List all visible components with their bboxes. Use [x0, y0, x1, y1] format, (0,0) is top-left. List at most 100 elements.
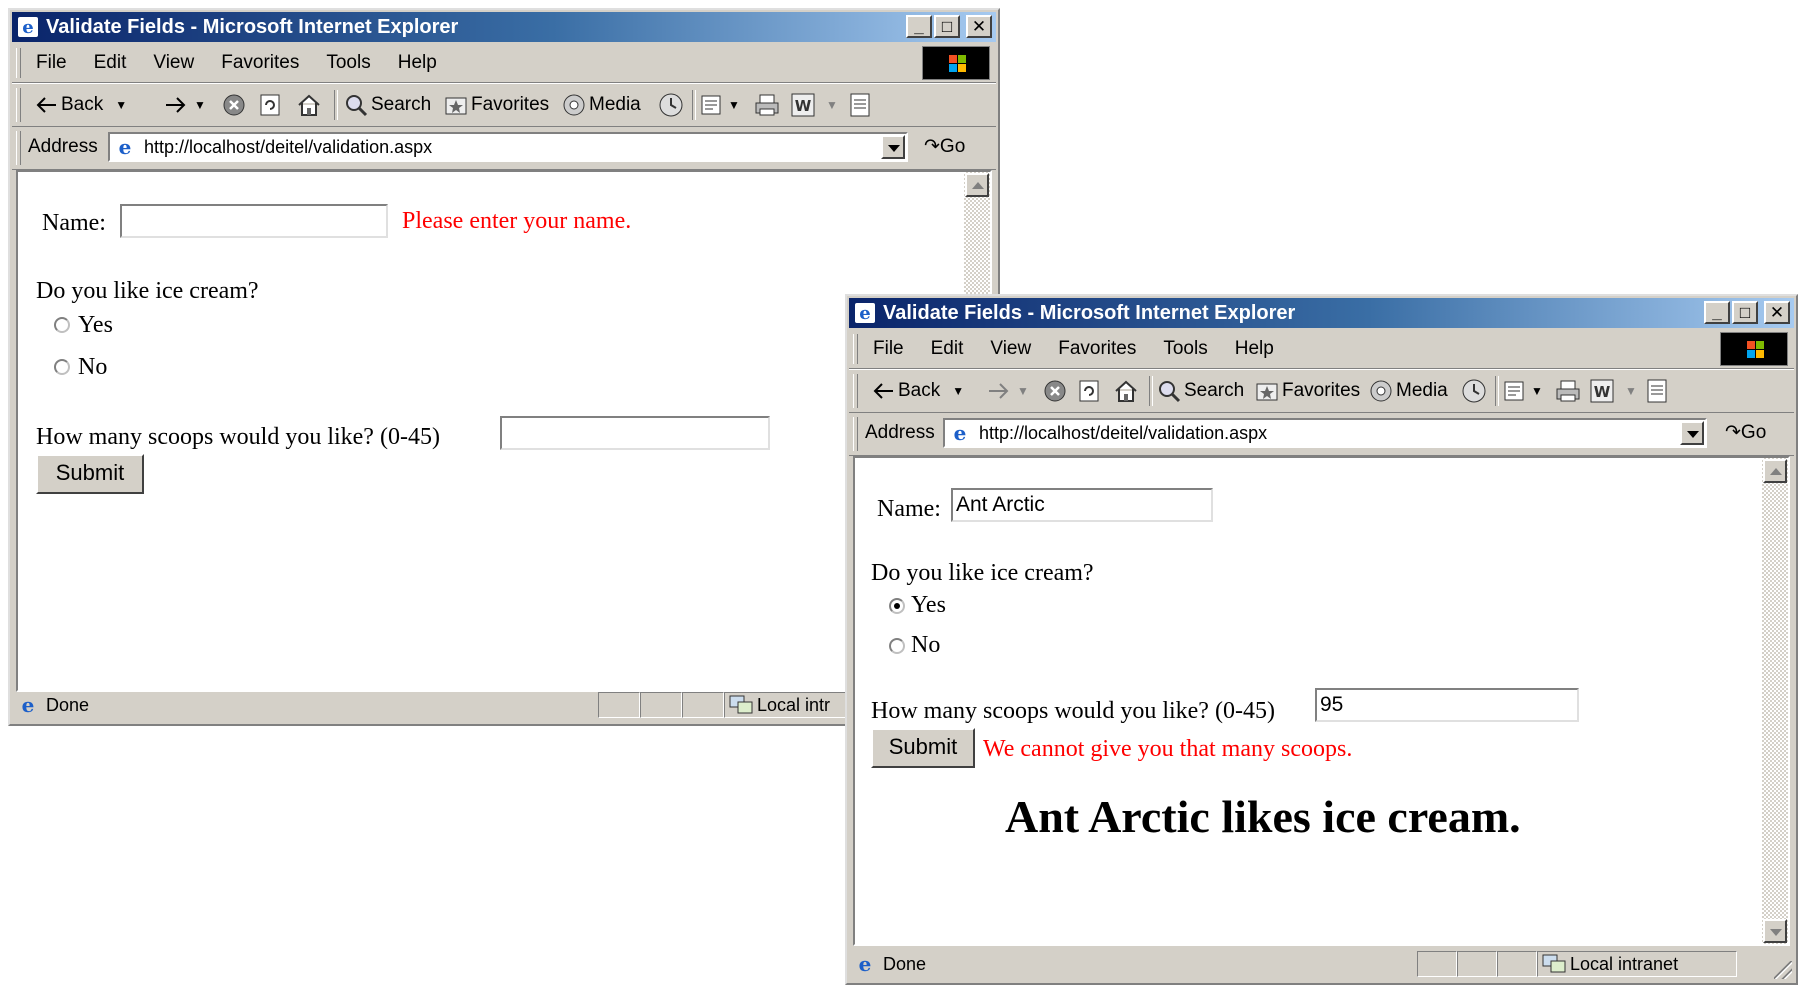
history-button[interactable] [1461, 370, 1487, 412]
name-input[interactable] [120, 204, 388, 238]
svg-text:W: W [795, 97, 812, 115]
no-radio[interactable] [889, 638, 905, 654]
stop-icon [223, 94, 245, 116]
svg-text:e: e [22, 17, 33, 38]
minimize-icon[interactable]: _ [906, 15, 932, 38]
address-dropdown[interactable] [881, 135, 905, 159]
discuss-button[interactable] [1645, 370, 1669, 412]
svg-text:e: e [954, 422, 967, 444]
no-label: No [78, 354, 108, 380]
name-input[interactable]: Ant Arctic [951, 488, 1213, 522]
address-input[interactable]: e http://localhost/deitel/validation.asp… [943, 418, 1707, 448]
address-bar: Address e http://localhost/deitel/valida… [12, 127, 996, 170]
stop-button[interactable] [1043, 370, 1067, 412]
close-icon[interactable]: ✕ [1764, 301, 1790, 324]
back-button[interactable]: Back ▼ [36, 84, 127, 126]
home-button[interactable] [1113, 370, 1139, 412]
vertical-scrollbar[interactable] [1762, 458, 1788, 944]
home-icon [1115, 380, 1137, 402]
scroll-down-button[interactable] [1763, 919, 1787, 943]
svg-text:e: e [22, 694, 35, 716]
status-panel [640, 692, 682, 718]
scoops-input[interactable] [500, 416, 770, 450]
stop-icon [1044, 380, 1066, 402]
scroll-up-button[interactable] [965, 173, 989, 197]
go-button[interactable]: ↷Go [1725, 413, 1766, 453]
mail-button[interactable]: ▼ [700, 84, 740, 126]
go-icon: ↷ [1725, 422, 1741, 443]
submit-button[interactable]: Submit [36, 454, 144, 494]
menu-help[interactable]: Help [1235, 330, 1274, 368]
ie-page-icon: e [954, 422, 967, 444]
menu-edit[interactable]: Edit [94, 44, 127, 82]
favorites-button[interactable]: Favorites [1255, 370, 1360, 412]
scoops-input[interactable]: 95 [1315, 688, 1579, 722]
address-input[interactable]: e http://localhost/deitel/validation.asp… [108, 132, 908, 162]
scroll-up-button[interactable] [1763, 459, 1787, 483]
go-button[interactable]: ↷Go [924, 127, 965, 167]
title-bar[interactable]: e Validate Fields - Microsoft Internet E… [849, 298, 1794, 328]
close-icon[interactable]: ✕ [966, 15, 992, 38]
windows-flag-icon [922, 46, 990, 80]
discuss-button[interactable] [848, 84, 872, 126]
search-button[interactable]: Search [344, 84, 431, 126]
toolbar: Back ▼ ▼ Search Favorites Media ▼ W ▼ [12, 83, 996, 127]
address-dropdown[interactable] [1680, 421, 1704, 445]
print-button[interactable] [754, 84, 780, 126]
no-radio[interactable] [54, 359, 70, 375]
minimize-icon[interactable]: _ [1704, 301, 1730, 324]
search-button[interactable]: Search [1157, 370, 1244, 412]
edit-icon: W [791, 93, 815, 117]
refresh-button[interactable] [258, 84, 282, 126]
favorites-button[interactable]: Favorites [444, 84, 549, 126]
yes-radio[interactable] [889, 598, 905, 614]
home-button[interactable] [296, 84, 322, 126]
print-icon [755, 94, 779, 116]
refresh-button[interactable] [1077, 370, 1101, 412]
resize-grip[interactable] [1774, 961, 1792, 979]
submit-button[interactable]: Submit [871, 728, 975, 768]
favorites-icon [445, 97, 467, 115]
address-label: Address [28, 136, 98, 157]
menu-view[interactable]: View [153, 44, 194, 82]
mail-button[interactable]: ▼ [1503, 370, 1543, 412]
history-icon [1462, 379, 1486, 403]
menu-file[interactable]: File [36, 44, 67, 82]
back-button[interactable]: Back ▼ [873, 370, 964, 412]
edit-button[interactable]: W ▼ [1589, 370, 1637, 412]
media-button[interactable]: Media [562, 84, 641, 126]
forward-button[interactable]: ▼ [987, 370, 1029, 412]
menu-favorites[interactable]: Favorites [221, 44, 299, 82]
security-zone: Local intranet [1537, 951, 1737, 977]
history-button[interactable] [658, 84, 684, 126]
menu-favorites[interactable]: Favorites [1058, 330, 1136, 368]
search-icon [346, 95, 368, 117]
status-bar: e Done Local intranet [849, 947, 1794, 981]
windows-flag-icon [1720, 332, 1788, 366]
print-icon [1556, 380, 1580, 402]
menu-tools[interactable]: Tools [326, 44, 370, 82]
media-button[interactable]: Media [1369, 370, 1448, 412]
intranet-zone-icon [1542, 954, 1566, 973]
maximize-icon[interactable]: □ [1732, 301, 1758, 324]
forward-arrow-icon [166, 97, 186, 113]
yes-radio[interactable] [54, 317, 70, 333]
menu-view[interactable]: View [990, 330, 1031, 368]
edit-icon: W [1590, 379, 1614, 403]
maximize-icon[interactable]: □ [934, 15, 960, 38]
title-bar[interactable]: e Validate Fields - Microsoft Internet E… [12, 12, 996, 42]
menu-file[interactable]: File [873, 330, 904, 368]
print-button[interactable] [1555, 370, 1581, 412]
edit-button[interactable]: W ▼ [790, 84, 838, 126]
menu-help[interactable]: Help [398, 44, 437, 82]
scoops-error: We cannot give you that many scoops. [983, 736, 1353, 762]
scoops-label: How many scoops would you like? (0-45) [36, 424, 440, 450]
forward-button[interactable]: ▼ [164, 84, 206, 126]
ie-logo-icon: e [18, 17, 38, 38]
stop-button[interactable] [222, 84, 246, 126]
ie-window-right[interactable]: e Validate Fields - Microsoft Internet E… [845, 294, 1798, 985]
menu-tools[interactable]: Tools [1163, 330, 1207, 368]
menu-edit[interactable]: Edit [931, 330, 964, 368]
result-message: Ant Arctic likes ice cream. [1005, 791, 1521, 842]
refresh-icon [1079, 380, 1099, 402]
